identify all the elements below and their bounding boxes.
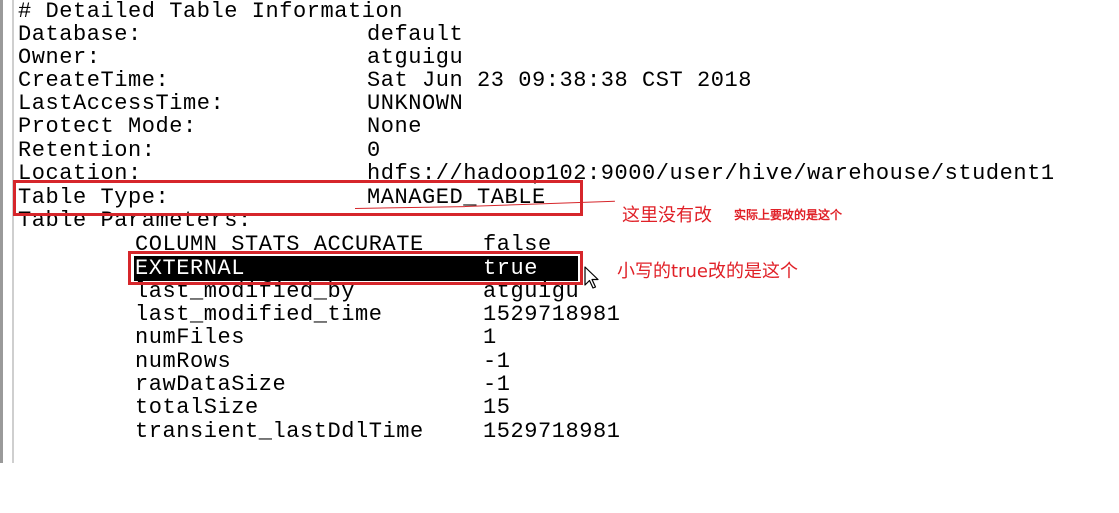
mouse-pointer-icon (584, 266, 600, 295)
info-key: CreateTime: (18, 68, 170, 93)
info-value: None (367, 114, 423, 139)
annotation-box-external (128, 251, 583, 285)
terminal-output: # Detailed Table Information Database: d… (0, 0, 1119, 463)
info-key: Protect Mode: (18, 114, 197, 139)
info-row-owner: Owner: atguigu (18, 46, 463, 69)
info-value: default (367, 22, 464, 47)
info-key: Retention: (18, 138, 156, 163)
info-row-lastaccesstime: LastAccessTime: UNKNOWN (18, 92, 463, 115)
annotation-note-unchanged: 这里没有改 (622, 205, 712, 226)
info-value: UNKNOWN (367, 91, 464, 116)
info-row-database: Database: default (18, 23, 463, 46)
info-key: LastAccessTime: (18, 91, 225, 116)
annotation-box-table-type (13, 180, 583, 216)
param-key: totalSize (135, 395, 259, 420)
param-value: 1 (483, 325, 497, 350)
terminal-left-border (0, 0, 14, 463)
param-value: 1529718981 (483, 302, 621, 327)
param-key: rawDataSize (135, 372, 287, 397)
info-value: 0 (367, 138, 381, 163)
param-value: -1 (483, 349, 511, 374)
param-row: numFiles 1 (18, 326, 496, 349)
info-value: atguigu (367, 45, 464, 70)
param-value: 15 (483, 395, 511, 420)
annotation-note-lowercase-true: 小写的true改的是这个 (617, 261, 798, 282)
param-key: numRows (135, 349, 232, 374)
param-row-external: EXTERNAL true (18, 257, 537, 280)
param-key: transient_lastDdlTime (135, 419, 424, 444)
annotation-note-actual: 实际上要改的是这个 (734, 208, 843, 222)
param-row: transient_lastDdlTime 1529718981 (18, 420, 620, 443)
param-row: rawDataSize -1 (18, 373, 510, 396)
param-row: totalSize 15 (18, 396, 510, 419)
info-value: Sat Jun 23 09:38:38 CST 2018 (367, 68, 753, 93)
param-value: -1 (483, 372, 511, 397)
param-value: 1529718981 (483, 419, 621, 444)
param-key: numFiles (135, 325, 246, 350)
param-key: last_modified_time (135, 302, 383, 327)
param-row: COLUMN_STATS_ACCURATE false (18, 233, 551, 256)
param-row: numRows -1 (18, 350, 510, 373)
info-key: Database: (18, 22, 142, 47)
info-row-retention: Retention: 0 (18, 139, 380, 162)
info-row-createtime: CreateTime: Sat Jun 23 09:38:38 CST 2018 (18, 69, 752, 92)
info-row-protect-mode: Protect Mode: None (18, 115, 421, 138)
param-row: last_modified_time 1529718981 (18, 303, 620, 326)
section-header: # Detailed Table Information (18, 0, 404, 24)
info-key: Owner: (18, 45, 101, 70)
param-row: last_modified_by atguigu (18, 280, 579, 303)
